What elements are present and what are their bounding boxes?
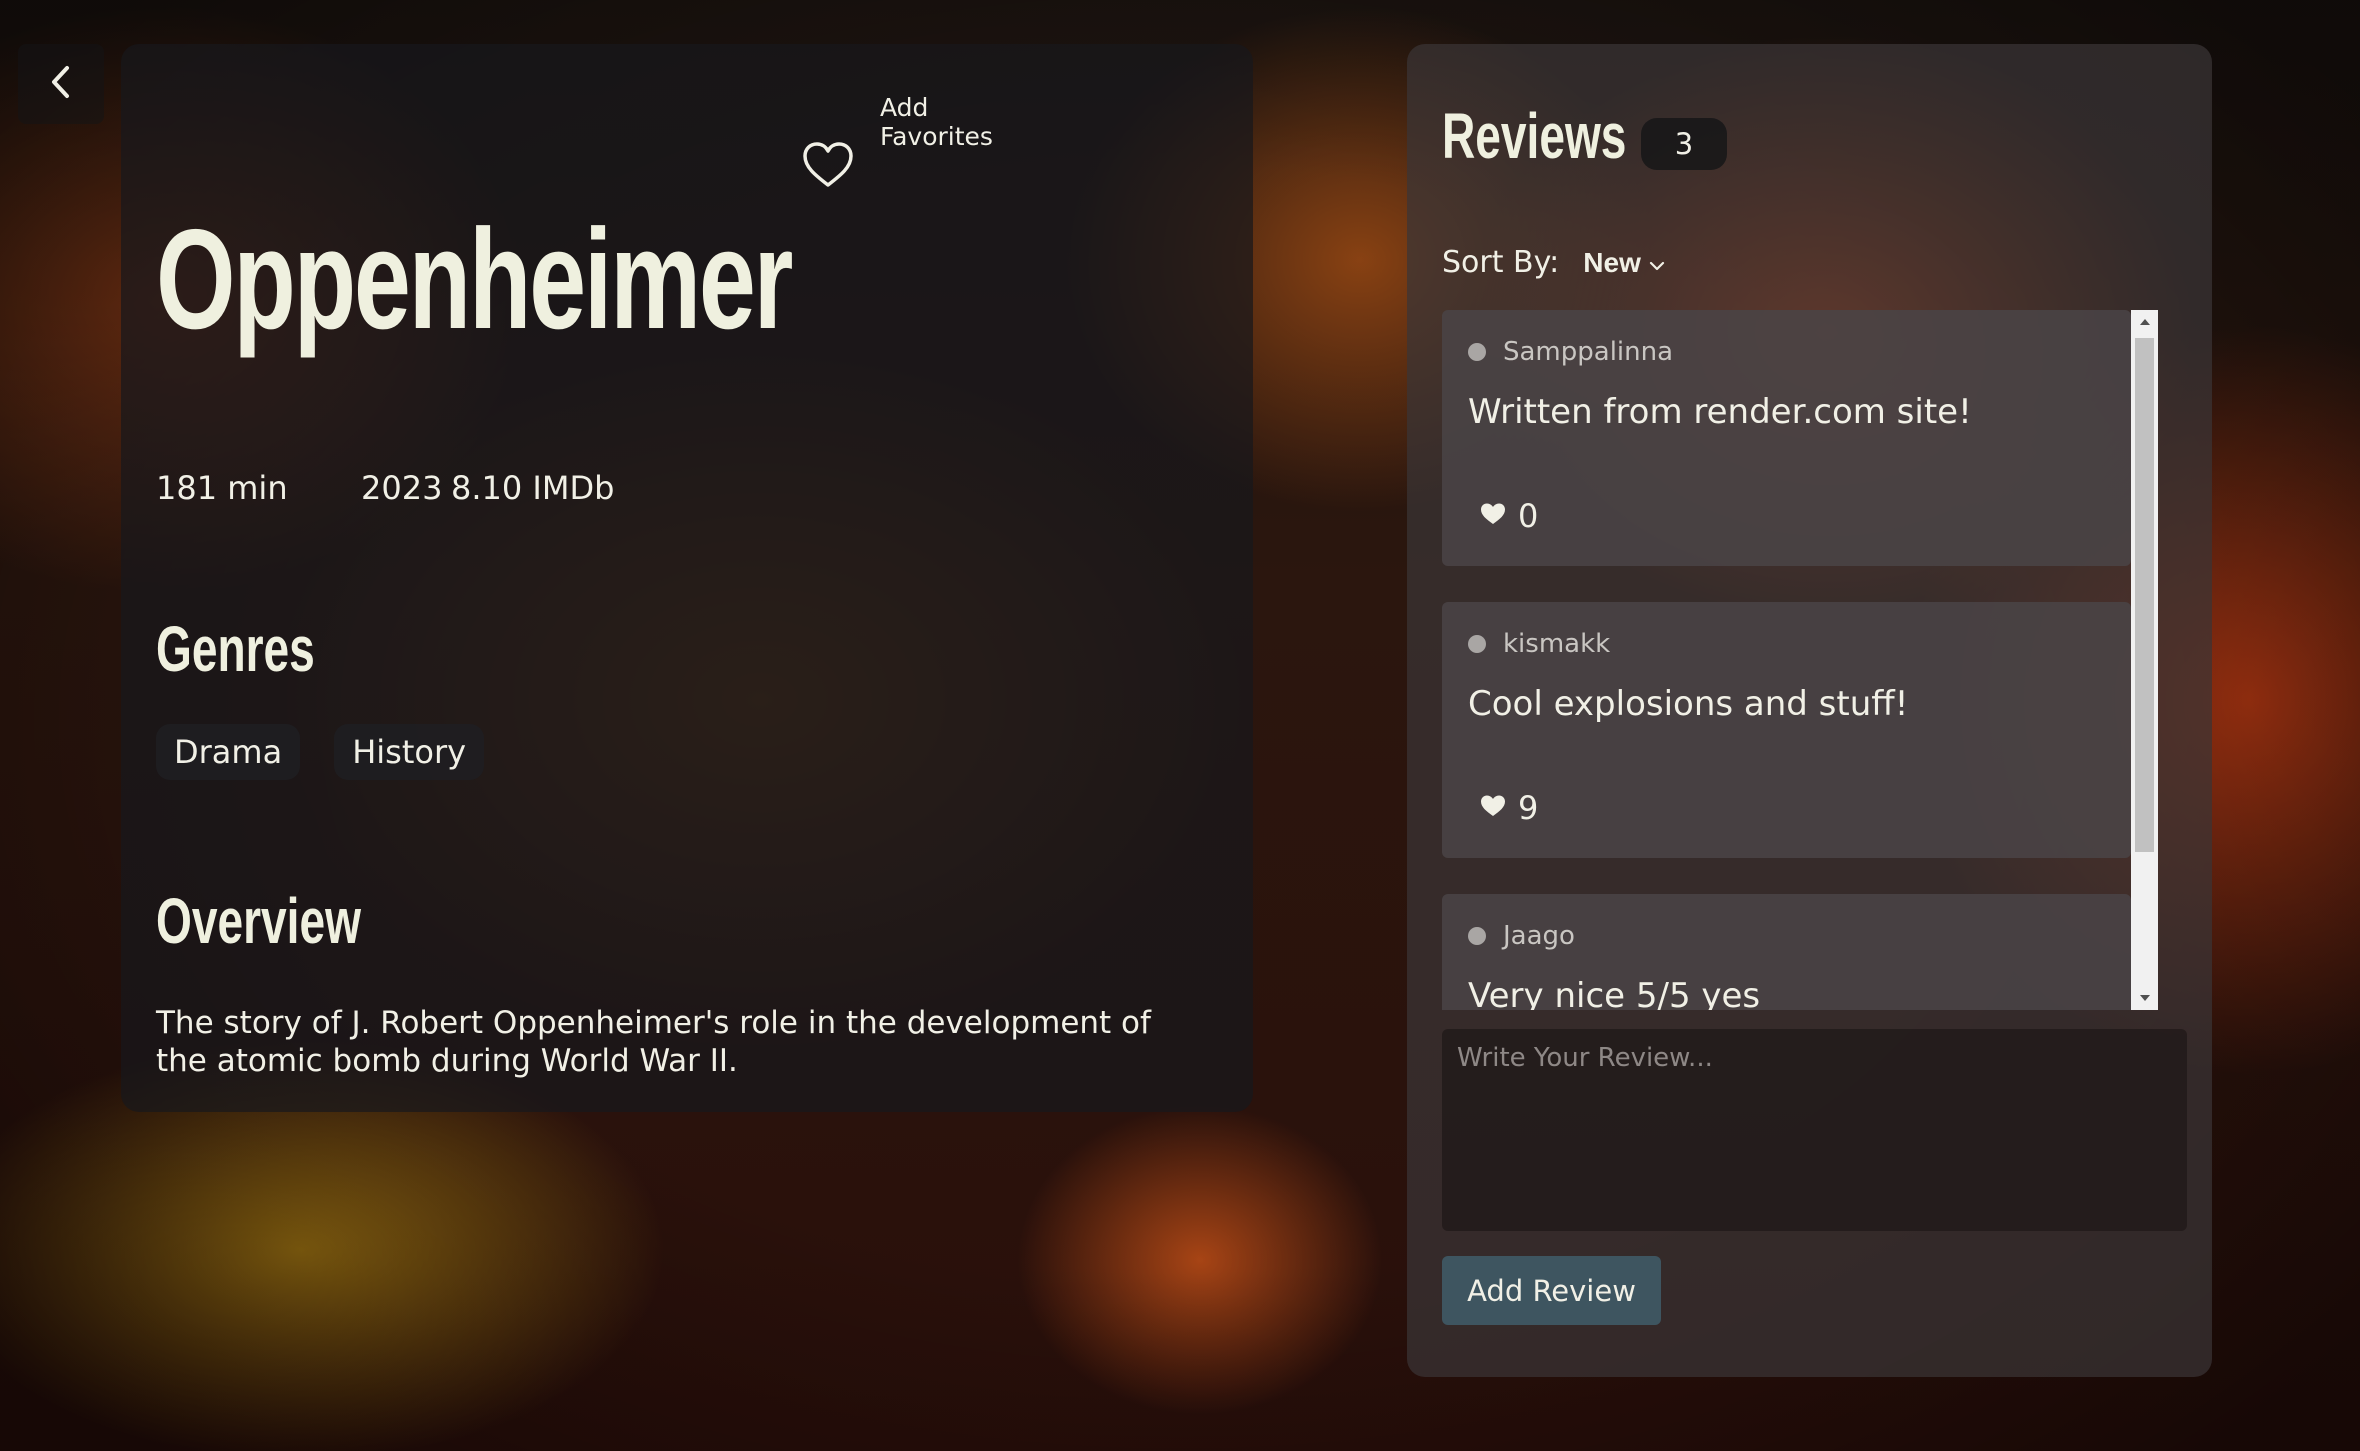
review-card: kismakk Cool explosions and stuff! 9	[1442, 602, 2131, 858]
author-name: kismakk	[1503, 629, 1611, 659]
title-row: Oppenheimer	[156, 154, 1038, 354]
scrollbar-thumb[interactable]	[2135, 338, 2154, 852]
genres-heading: Genres	[156, 613, 315, 685]
review-author: kismakk	[1468, 629, 1610, 659]
sort-label: Sort By:	[1442, 245, 1560, 280]
review-input[interactable]	[1442, 1029, 2187, 1231]
review-text: Very nice 5/5 yes	[1468, 976, 1761, 1010]
overview-heading: Overview	[156, 885, 361, 957]
avatar	[1468, 343, 1486, 361]
review-author: Samppalinna	[1468, 337, 1673, 367]
chevron-left-icon	[49, 64, 73, 104]
release-year: 2023	[361, 469, 443, 507]
heart-filled-icon	[1480, 794, 1506, 822]
reviews-panel: Reviews 3 Sort By: New Samppalinna Writt…	[1407, 44, 2212, 1377]
like-count: 9	[1518, 789, 1539, 827]
scroll-down-arrow-icon[interactable]	[2131, 986, 2158, 1010]
back-button[interactable]	[18, 44, 104, 124]
review-author: Jaago	[1468, 921, 1575, 951]
add-favorites-button[interactable]: Add Favorites	[880, 93, 1030, 151]
author-name: Samppalinna	[1503, 337, 1674, 367]
genre-list: Drama History	[156, 724, 485, 780]
imdb-rating: 8.10 IMDb	[451, 469, 615, 507]
author-name: Jaago	[1503, 921, 1575, 951]
review-card: Jaago Very nice 5/5 yes	[1442, 894, 2131, 1010]
review-list[interactable]: Samppalinna Written from render.com site…	[1442, 310, 2158, 1010]
movie-meta: 181 min 2023 8.10 IMDb	[156, 469, 614, 507]
avatar	[1468, 635, 1486, 653]
chevron-down-icon	[1641, 247, 1665, 279]
heart-outline-icon[interactable]	[801, 138, 855, 192]
review-scrollbar[interactable]	[2131, 310, 2158, 1010]
avatar	[1468, 927, 1486, 945]
reviews-count-badge: 3	[1641, 118, 1727, 170]
like-button[interactable]: 9	[1480, 789, 1538, 827]
sort-value: New	[1583, 246, 1641, 278]
genre-chip: History	[334, 724, 485, 780]
review-text: Cool explosions and stuff!	[1468, 684, 1909, 724]
add-review-button[interactable]: Add Review	[1442, 1256, 1661, 1325]
genre-chip: Drama	[156, 724, 301, 780]
like-count: 0	[1518, 497, 1539, 535]
overview-text: The story of J. Robert Oppenheimer's rol…	[156, 1005, 1151, 1079]
runtime: 181 min	[156, 469, 288, 507]
sort-dropdown[interactable]: New	[1583, 247, 1665, 279]
movie-title: Oppenheimer	[156, 200, 793, 359]
movie-details-panel: Oppenheimer Add Favorites 181 min 2023 8…	[121, 44, 1253, 1112]
like-button[interactable]: 0	[1480, 497, 1538, 535]
sort-row: Sort By: New	[1442, 245, 1665, 280]
heart-filled-icon	[1480, 502, 1506, 530]
review-card: Samppalinna Written from render.com site…	[1442, 310, 2131, 566]
review-text: Written from render.com site!	[1468, 392, 1972, 432]
scroll-up-arrow-icon[interactable]	[2131, 310, 2158, 334]
reviews-heading: Reviews	[1442, 100, 1627, 172]
